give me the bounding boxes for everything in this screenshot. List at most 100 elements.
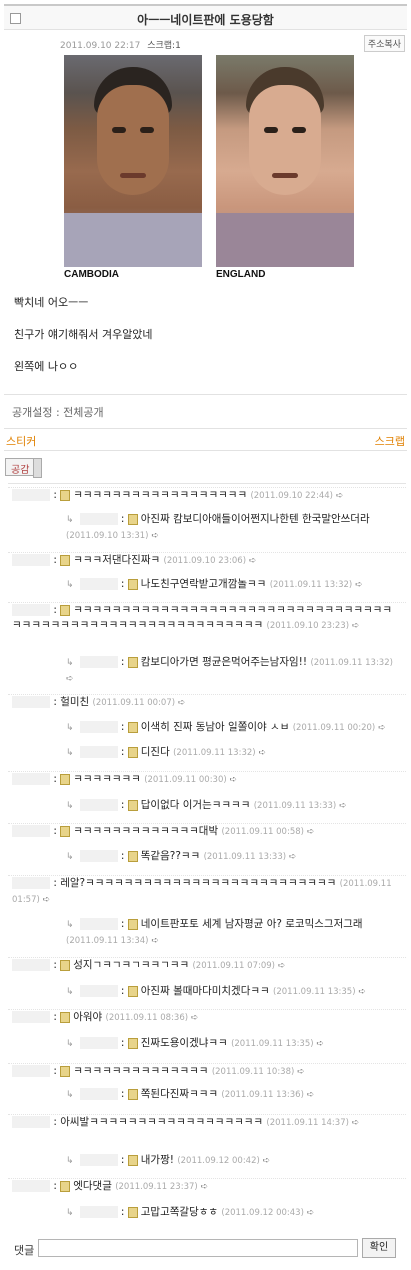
comment: : ㅋㅋㅋㅋㅋㅋㅋㅋㅋㅋㅋㅋㅋ대박 (2011.09.11 00:58) ➪ <box>8 823 406 840</box>
commenter-avatar[interactable] <box>79 985 118 997</box>
post-meta: 2011.09.10 22:17 스크랩:1 <box>60 38 181 51</box>
divider <box>4 450 407 451</box>
separator: : <box>50 1065 61 1077</box>
reply-arrow-icon[interactable]: ➪ <box>294 1067 305 1077</box>
commenter-avatar[interactable] <box>79 578 118 590</box>
commenter-avatar[interactable] <box>12 773 50 785</box>
reply-comment: ↳ : 캄보디아가면 평균은먹어주는남자임!! (2011.09.11 13:3… <box>8 655 406 687</box>
comment-date: (2011.09.11 13:32) <box>173 748 256 758</box>
scrap-link[interactable]: 스크랩 <box>375 433 405 449</box>
sticker-icon <box>127 850 138 862</box>
comment: : ㅋㅋㅋㅋㅋㅋㅋ (2011.09.11 00:30) ➪ <box>8 771 406 788</box>
commenter-avatar[interactable] <box>12 959 50 971</box>
sticker-icon <box>127 721 138 733</box>
post-image: CAMBODIA ENGLAND <box>64 55 354 283</box>
sticker-icon <box>60 604 71 616</box>
separator: : <box>50 696 61 708</box>
reply-arrow-icon[interactable]: ➪ <box>314 1039 324 1049</box>
reply-arrow-icon[interactable]: ➪ <box>352 580 363 590</box>
commenter-avatar[interactable] <box>79 1154 118 1166</box>
comment-text: 고맙고쪽갈당ㅎㅎ <box>140 1206 219 1218</box>
commenter-avatar[interactable] <box>12 825 50 837</box>
comment-date: (2011.09.11 00:20) <box>292 723 376 733</box>
sticker-link[interactable]: 스티커 <box>6 433 36 449</box>
comment-date: (2011.09.12 00:42) <box>177 1156 260 1166</box>
comment-text: 이색히 진짜 동남아 일쫄이야 ㅅㅂ <box>140 721 290 733</box>
commenter-avatar[interactable] <box>12 1180 50 1192</box>
reply-input[interactable] <box>38 1239 358 1257</box>
commenter-avatar[interactable] <box>12 1011 50 1023</box>
reply-arrow-icon[interactable]: ➪ <box>304 1208 315 1218</box>
commenter-avatar[interactable] <box>79 918 118 930</box>
reply-arrow-icon[interactable]: ➪ <box>198 1182 209 1192</box>
commenter-avatar[interactable] <box>12 604 50 616</box>
commenter-avatar[interactable] <box>12 489 50 501</box>
reply-arrow-icon[interactable]: ➪ <box>188 1013 199 1023</box>
like-button[interactable]: 공감 <box>5 458 43 478</box>
commenter-avatar[interactable] <box>12 1116 50 1128</box>
commenter-avatar[interactable] <box>79 1206 118 1218</box>
post-title: 아ㅡㅡ네이트판에 도용당함 <box>137 13 274 27</box>
separator: : <box>117 799 128 811</box>
sticker-icon <box>60 1011 71 1023</box>
reply-arrow-icon[interactable]: ➪ <box>149 531 159 541</box>
commenter-avatar[interactable] <box>79 746 118 758</box>
reply-arrow-icon[interactable]: ➪ <box>227 775 238 785</box>
reply-indent-icon: ↳ <box>66 987 74 997</box>
reply-arrow-icon[interactable]: ➪ <box>333 491 344 501</box>
commenter-avatar[interactable] <box>79 1088 118 1100</box>
reply-arrow-icon[interactable]: ➪ <box>349 621 360 631</box>
reply-arrow-icon[interactable]: ➪ <box>336 801 347 811</box>
commenter-avatar[interactable] <box>79 721 118 733</box>
reply-arrow-icon[interactable]: ➪ <box>349 1118 360 1128</box>
commenter-avatar[interactable] <box>79 656 118 668</box>
reply-arrow-icon[interactable]: ➪ <box>275 961 286 971</box>
reply-arrow-icon[interactable]: ➪ <box>175 698 186 708</box>
commenter-avatar[interactable] <box>12 877 50 889</box>
divider <box>4 394 407 395</box>
reply-arrow-icon[interactable]: ➪ <box>375 723 386 733</box>
commenter-avatar[interactable] <box>12 696 50 708</box>
reply-comment: ↳ : 아진짜 캄보디아애들이어쩐지나한텐 한국말안쓰더라 (2011.09.1… <box>8 512 406 544</box>
submit-reply-button[interactable]: 확인 <box>362 1238 396 1258</box>
separator: : <box>50 1180 61 1192</box>
commenter-avatar[interactable] <box>79 513 118 525</box>
comment-date: (2011.09.11 00:58) <box>221 827 304 837</box>
separator: : <box>117 513 128 525</box>
commenter-avatar[interactable] <box>79 799 118 811</box>
comment-date: (2011.09.11 13:35) <box>231 1039 314 1049</box>
sticker-icon <box>60 959 71 971</box>
reply-indent-icon: ↳ <box>66 748 74 758</box>
sticker-icon <box>127 1206 138 1218</box>
reply-arrow-icon[interactable]: ➪ <box>304 827 315 837</box>
reply-arrow-icon[interactable]: ➪ <box>246 556 257 566</box>
reply-arrow-icon[interactable]: ➪ <box>256 748 266 758</box>
reply-arrow-icon[interactable]: ➪ <box>66 674 74 684</box>
post-body-line: 빡치네 어오ㅡㅡ <box>14 296 89 309</box>
comment-text: 아워야 <box>73 1011 103 1023</box>
reply-arrow-icon[interactable]: ➪ <box>356 987 366 997</box>
sticker-icon <box>127 1037 138 1049</box>
commenter-avatar[interactable] <box>12 554 50 566</box>
privacy-setting: 공개설정 : 전체공개 <box>12 406 104 419</box>
comment: : ㅋㅋㅋㅋㅋㅋㅋㅋㅋㅋㅋㅋㅋㅋ (2011.09.11 10:38) ➪ <box>8 1063 406 1080</box>
comment: : 아워야 (2011.09.11 08:36) ➪ <box>8 1009 406 1026</box>
commenter-avatar[interactable] <box>79 1037 118 1049</box>
reply-comment: ↳ : 이색히 진짜 동남아 일쫄이야 ㅅㅂ (2011.09.11 00:20… <box>8 720 406 736</box>
reply-arrow-icon[interactable]: ➪ <box>149 936 159 946</box>
comment: : 헐미친 (2011.09.11 00:07) ➪ <box>8 694 406 711</box>
scrap-count: 스크랩:1 <box>147 41 181 51</box>
sticker-icon <box>60 773 71 785</box>
reply-arrow-icon[interactable]: ➪ <box>286 852 297 862</box>
sticker-icon <box>60 825 71 837</box>
copy-url-button[interactable]: 주소복사 <box>363 35 405 52</box>
reply-arrow-icon[interactable]: ➪ <box>260 1156 271 1166</box>
comment-date: (2011.09.11 14:37) <box>266 1118 349 1128</box>
commenter-avatar[interactable] <box>12 1065 50 1077</box>
reply-indent-icon: ↳ <box>66 580 74 590</box>
post-header: 아ㅡㅡ네이트판에 도용당함 <box>4 4 407 30</box>
reply-arrow-icon[interactable]: ➪ <box>304 1090 315 1100</box>
commenter-avatar[interactable] <box>79 850 118 862</box>
reply-arrow-icon[interactable]: ➪ <box>40 895 51 905</box>
comment-date: (2011.09.11 23:37) <box>115 1182 198 1192</box>
